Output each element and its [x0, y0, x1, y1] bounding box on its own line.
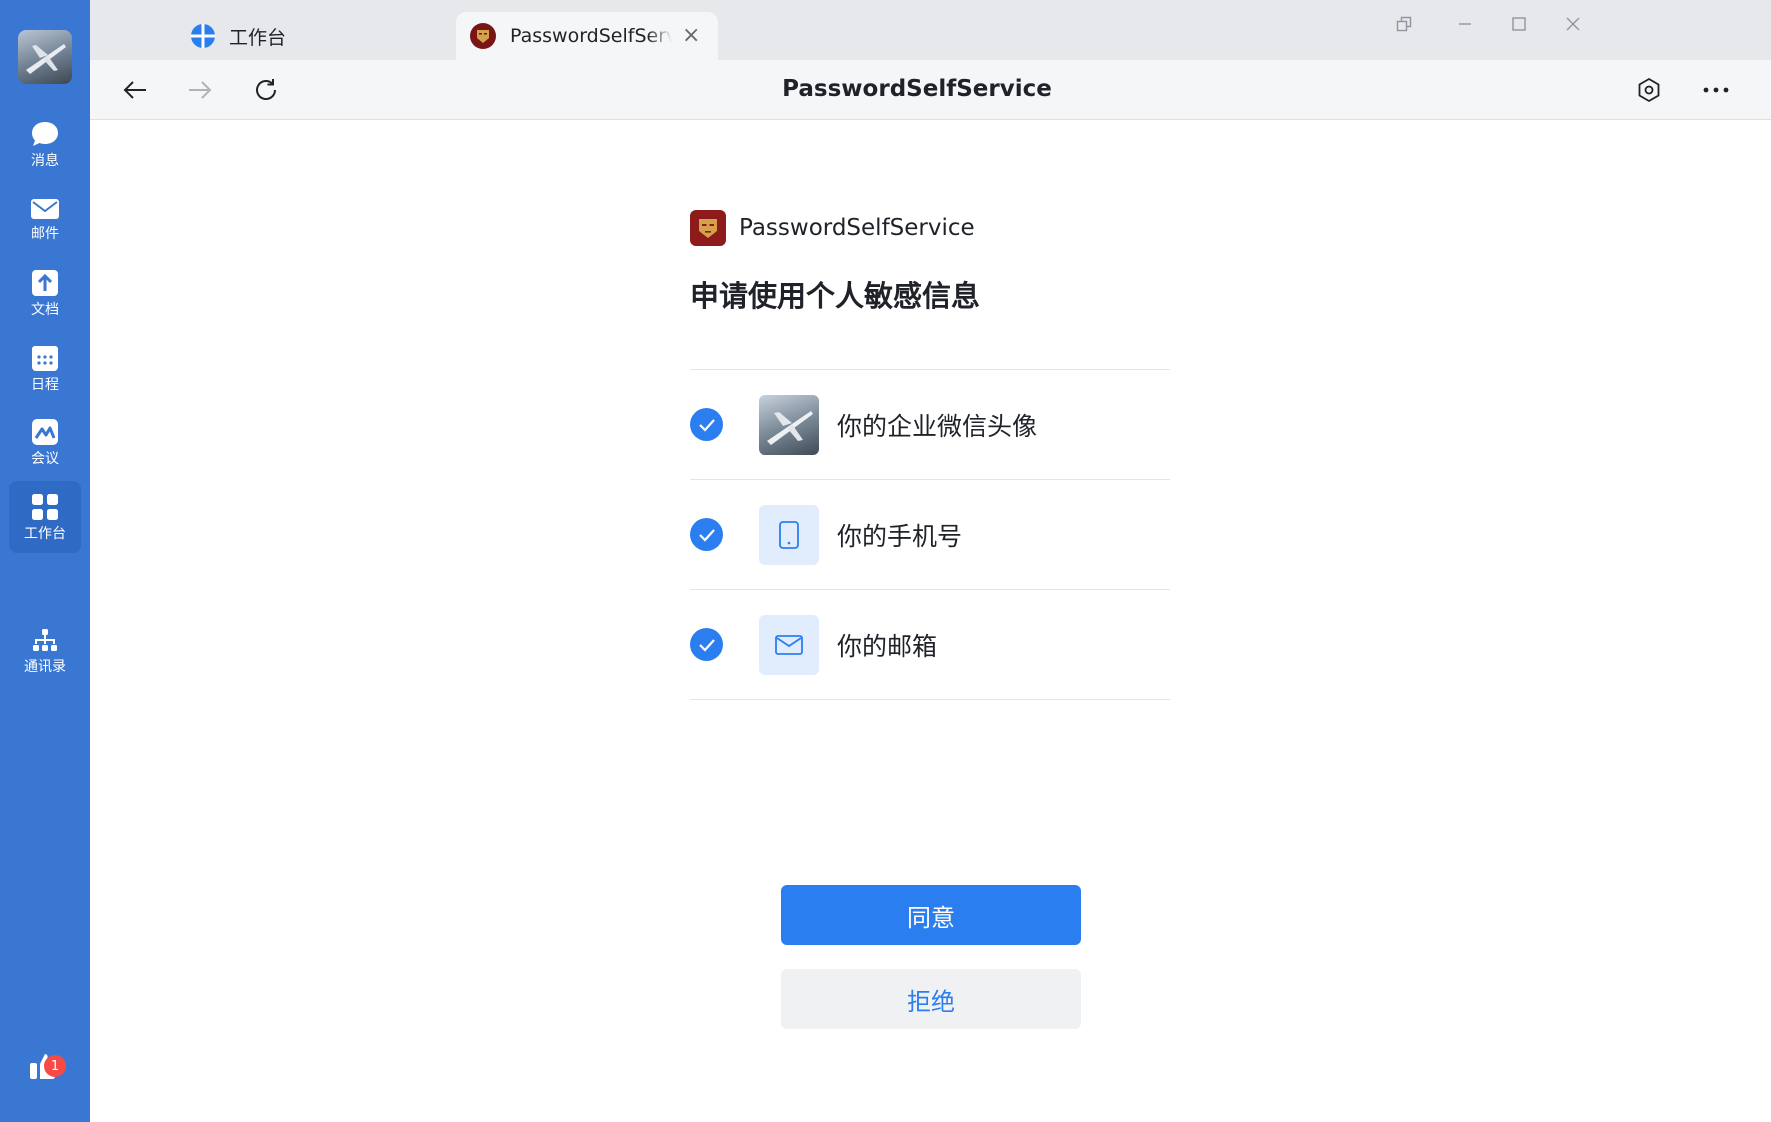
sidebar-item-label: 会议	[31, 450, 59, 467]
document-icon	[32, 269, 58, 296]
checked-icon[interactable]	[690, 408, 723, 441]
tab-label: 工作台	[229, 26, 287, 49]
permission-label: 你的邮箱	[837, 631, 938, 661]
tab-label: PasswordSelfService	[510, 25, 672, 47]
sidebar-item-mail[interactable]: 邮件	[9, 183, 81, 255]
sidebar-item-docs[interactable]: 文档	[9, 257, 81, 329]
contacts-icon	[33, 628, 57, 651]
permission-list: 你的企业微信头像 你的手机号 你的邮箱	[690, 369, 1170, 700]
tab-workbench[interactable]: 工作台	[190, 12, 450, 60]
mail-icon	[759, 614, 819, 675]
app-logo-icon	[690, 210, 726, 246]
reject-button[interactable]: 拒绝	[781, 969, 1081, 1029]
sidebar-item-label: 消息	[31, 152, 59, 169]
more-icon[interactable]	[1698, 72, 1734, 108]
avatar-photo	[759, 394, 819, 455]
sidebar-item-label: 工作台	[24, 525, 66, 542]
sidebar-item-label: 通讯录	[24, 658, 66, 675]
sidebar-item-workbench[interactable]: 工作台	[9, 481, 81, 553]
close-tab-icon[interactable]: ×	[682, 25, 700, 47]
sidebar-item-contacts[interactable]: 通讯录	[9, 615, 81, 687]
message-icon	[32, 121, 58, 146]
sidebar-item-calendar[interactable]: 日程	[9, 332, 81, 404]
mail-icon	[31, 198, 59, 219]
sidebar-item-label: 文档	[31, 301, 59, 318]
tab-password-self-service[interactable]: PasswordSelfService ×	[456, 12, 718, 60]
permission-item-email: 你的邮箱	[690, 590, 1170, 700]
app-icon	[470, 23, 496, 49]
meeting-icon	[32, 418, 58, 445]
phone-icon	[759, 504, 819, 565]
authorization-page: PasswordSelfService 申请使用个人敏感信息 你的企业微信头像	[90, 121, 1771, 1122]
app-header: PasswordSelfService	[690, 210, 975, 246]
sidebar-item-label: 日程	[31, 376, 59, 393]
calendar-icon	[32, 345, 58, 371]
permission-label: 你的手机号	[837, 521, 963, 551]
sidebar-item-meeting[interactable]: 会议	[9, 406, 81, 478]
sidebar-item-label: 邮件	[31, 225, 59, 242]
sidebar-item-messages[interactable]: 消息	[9, 108, 81, 180]
settings-icon[interactable]	[1631, 72, 1667, 108]
user-avatar[interactable]	[18, 30, 72, 84]
agree-button[interactable]: 同意	[781, 885, 1081, 945]
sidebar: 消息 邮件 文档 日程 会议 工作台 通讯录 1	[0, 0, 90, 1122]
permission-item-avatar: 你的企业微信头像	[690, 370, 1170, 480]
tab-bar: 工作台 PasswordSelfService ×	[90, 0, 1771, 60]
request-title: 申请使用个人敏感信息	[690, 279, 981, 313]
page-title: PasswordSelfService	[782, 76, 1052, 102]
app-name: PasswordSelfService	[739, 215, 975, 241]
checked-icon[interactable]	[690, 628, 723, 661]
permission-item-phone: 你的手机号	[690, 480, 1170, 590]
workbench-icon	[32, 493, 58, 520]
minimize-icon[interactable]	[1447, 6, 1483, 42]
notification-badge: 1	[44, 1055, 66, 1077]
maximize-icon[interactable]	[1501, 6, 1537, 42]
close-window-icon[interactable]	[1555, 6, 1591, 42]
checked-icon[interactable]	[690, 518, 723, 551]
pop-out-icon[interactable]	[1386, 6, 1422, 42]
nav-bar: PasswordSelfService	[90, 60, 1771, 120]
permission-label: 你的企业微信头像	[837, 411, 1038, 441]
workbench-globe-icon	[191, 24, 215, 48]
